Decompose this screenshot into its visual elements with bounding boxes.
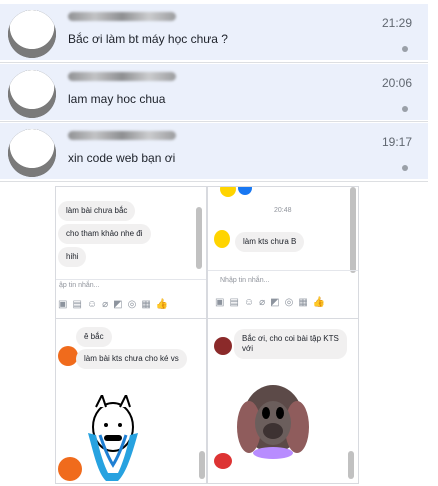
camera-icon[interactable]: ◎ [128,299,137,310]
blurred-name [68,131,176,140]
read-indicator [402,46,408,52]
scrollbar[interactable] [196,207,202,269]
divider [0,181,428,182]
read-indicator [402,165,408,171]
message-bubble: cho tham khảo nhe đi [58,224,151,244]
avatar [214,337,232,355]
blurred-name [68,12,176,21]
conversation-item[interactable]: lam may hoc chua 20:06 [0,64,428,120]
last-message: Bắc ơi làm bt máy học chưa ? [68,32,228,46]
emoji-icon[interactable]: ☺ [244,297,254,308]
sticker-crying-rabbit [88,395,138,481]
blurred-name [68,72,176,81]
avatar [214,453,232,469]
scrollbar[interactable] [199,451,205,479]
image-icon[interactable]: ▣ [58,299,67,310]
conversation-item[interactable]: xin code web bạn ơi 19:17 [0,123,428,179]
gif-icon[interactable]: ▤ [229,297,238,308]
avatar [8,70,56,118]
sticker-icon[interactable]: ◩ [113,299,122,310]
message-time: 19:17 [381,135,412,149]
emoji-icon[interactable]: ☺ [87,299,97,310]
avatar [220,187,236,197]
conversation-item[interactable]: Bắc ơi làm bt máy học chưa ? 21:29 [0,4,428,60]
last-message: lam may hoc chua [68,92,166,106]
chat-panel-top-right: 20:48 làm kts chưa B Nhập tin nhắn... ▣ … [207,186,359,320]
message-input[interactable]: ập tin nhắn... [59,282,99,289]
more-icon[interactable]: ▦ [141,299,150,310]
chat-toolbar: ▣ ▤ ☺ ⌀ ◩ ◎ ▦ 👍 [58,299,168,310]
scrollbar[interactable] [350,187,356,273]
avatar [8,10,56,58]
avatar [8,129,56,177]
chat-panel-bottom-right: Bắc ơi, cho coi bài tập KTS với [207,318,359,484]
avatar [58,457,82,481]
more-icon[interactable]: ▦ [298,297,307,308]
divider [0,62,428,63]
avatar [238,187,252,195]
scrollbar[interactable] [348,451,354,479]
last-message: xin code web bạn ơi [68,151,176,165]
message-bubble: làm kts chưa B [235,232,305,252]
sticker-icon[interactable]: ◩ [270,297,279,308]
message-bubble: ê bắc [76,327,112,347]
avatar [58,346,78,366]
image-icon[interactable]: ▣ [215,297,224,308]
message-time: 20:06 [381,76,412,90]
message-bubble: hihi [58,247,87,267]
avatar [214,230,230,248]
message-input[interactable]: Nhập tin nhắn... [220,277,269,284]
message-time: 21:29 [381,16,412,30]
divider [208,270,358,271]
like-icon[interactable]: 👍 [313,297,325,308]
read-indicator [402,106,408,112]
sticker-dog [237,385,309,459]
chat-toolbar: ▣ ▤ ☺ ⌀ ◩ ◎ ▦ 👍 [215,297,325,308]
attach-icon[interactable]: ⌀ [259,297,265,308]
message-bubble: Bắc ơi, cho coi bài tập KTS với [234,329,347,359]
message-bubble: làm bài chưa bắc [58,201,136,221]
chat-panel-top-left: làm bài chưa bắc cho tham khảo nhe đi hi… [55,186,207,320]
message-bubble: làm bài kts chưa cho ké vs [76,349,187,369]
divider [0,121,428,122]
chat-panel-bottom-left: ê bắc làm bài kts chưa cho ké vs [55,318,207,484]
gif-icon[interactable]: ▤ [72,299,81,310]
like-icon[interactable]: 👍 [156,299,168,310]
timestamp: 20:48 [274,207,292,214]
attach-icon[interactable]: ⌀ [102,299,108,310]
camera-icon[interactable]: ◎ [285,297,294,308]
divider [56,279,206,280]
